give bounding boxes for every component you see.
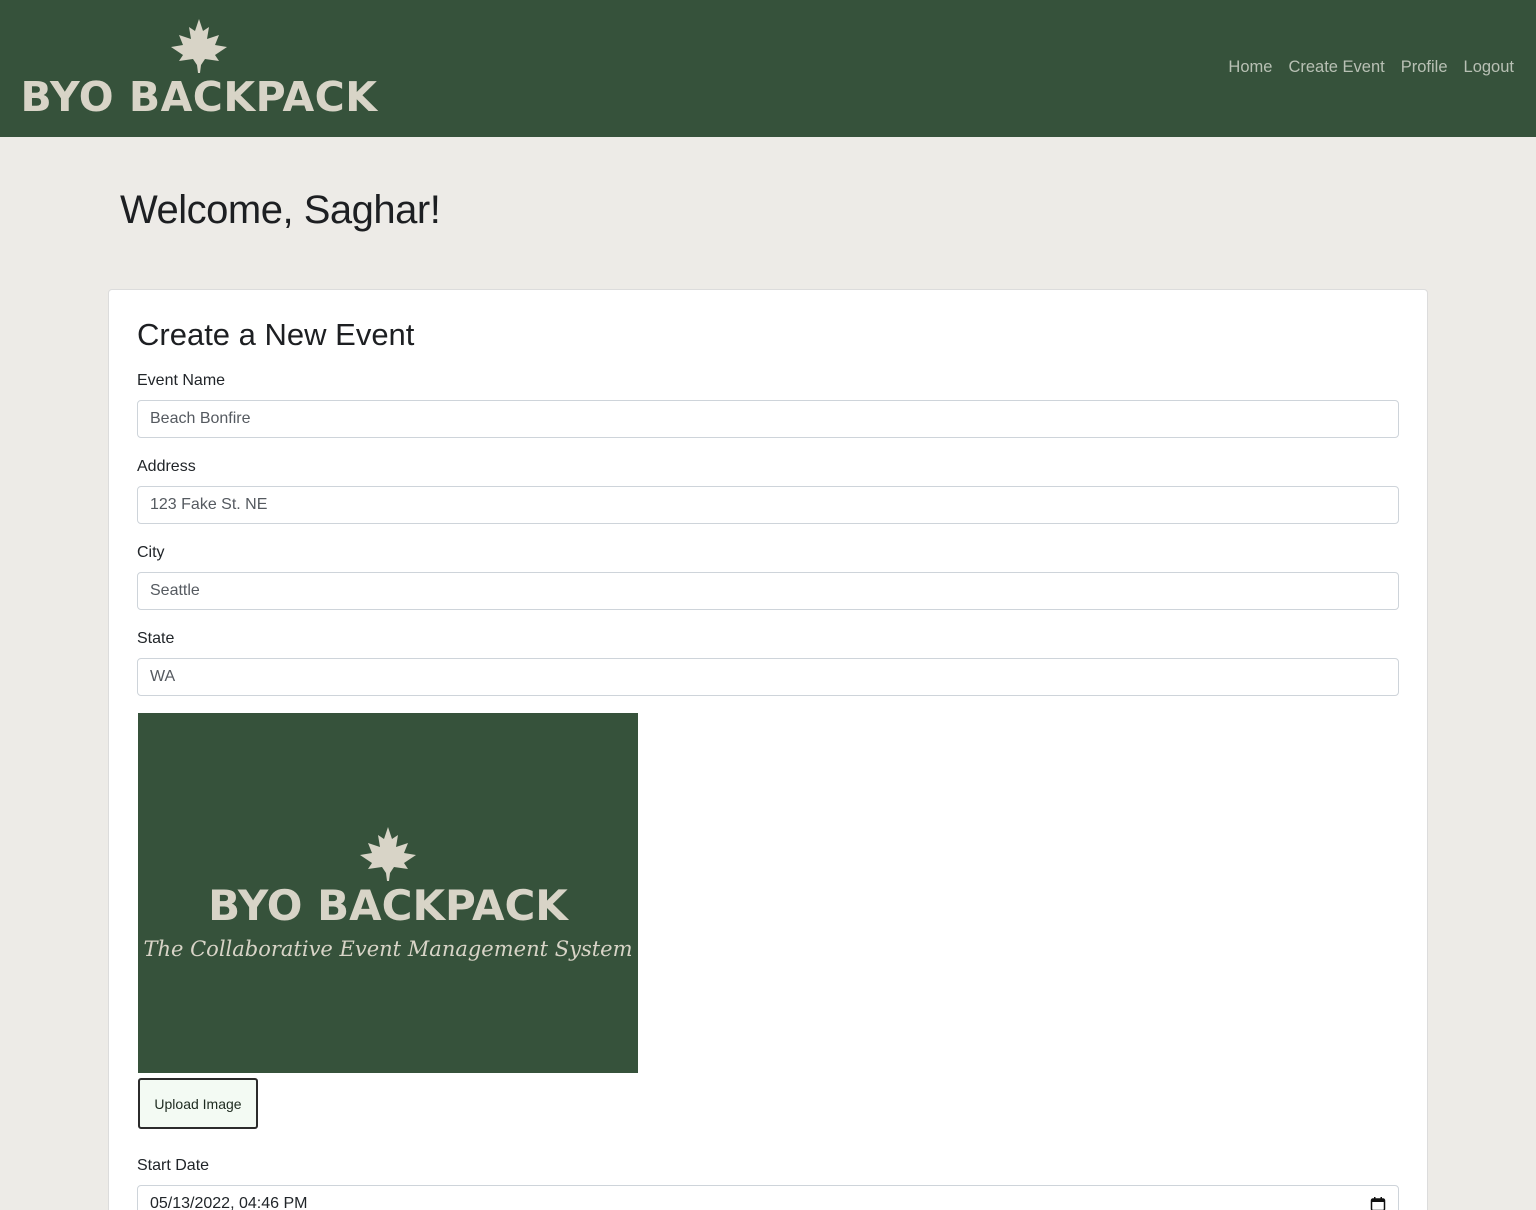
preview-tagline: The Collaborative Event Management Syste…: [143, 937, 633, 961]
event-name-input[interactable]: [137, 400, 1399, 438]
event-image-preview: BYO BACKPACK The Collaborative Event Man…: [138, 713, 638, 1073]
state-input[interactable]: [137, 658, 1399, 696]
nav-links: Home Create Event Profile Logout: [1228, 58, 1514, 77]
welcome-heading: Welcome, Saghar!: [120, 188, 441, 232]
calendar-icon[interactable]: [1370, 1196, 1386, 1210]
maple-leaf-icon: [171, 19, 227, 73]
preview-brand-name: BYO BACKPACK: [208, 881, 568, 930]
start-date-label: Start Date: [137, 1157, 210, 1174]
brand-name: BYO BACKPACK: [20, 73, 378, 121]
form-title: Create a New Event: [137, 317, 415, 352]
brand-logo[interactable]: BYO BACKPACK: [14, 11, 384, 134]
upload-image-button[interactable]: Upload Image: [138, 1078, 258, 1129]
create-event-card: Create a New Event Event Name Address Ci…: [108, 289, 1428, 1210]
navbar: BYO BACKPACK Home Create Event Profile L…: [0, 0, 1536, 137]
event-name-label: Event Name: [137, 372, 226, 389]
state-label: State: [137, 630, 175, 647]
address-input[interactable]: [137, 486, 1399, 524]
start-date-value: 05/13/2022, 04:46 PM: [150, 1195, 308, 1210]
city-label: City: [137, 544, 165, 561]
maple-leaf-icon: [360, 827, 416, 881]
city-input[interactable]: [137, 572, 1399, 610]
address-label: Address: [137, 458, 196, 475]
start-date-input[interactable]: 05/13/2022, 04:46 PM: [137, 1185, 1399, 1210]
nav-link-logout[interactable]: Logout: [1464, 58, 1514, 77]
nav-link-create-event[interactable]: Create Event: [1288, 58, 1384, 77]
nav-link-home[interactable]: Home: [1228, 58, 1272, 77]
nav-link-profile[interactable]: Profile: [1401, 58, 1448, 77]
